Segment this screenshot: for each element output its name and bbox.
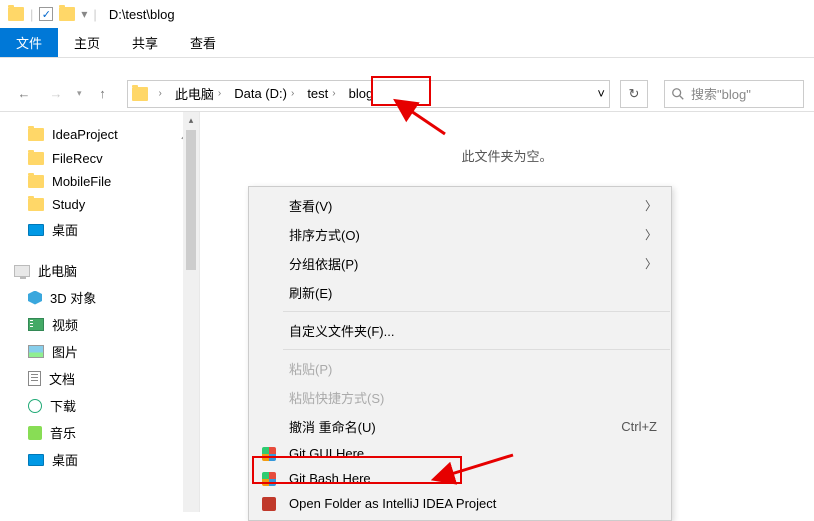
folder-icon xyxy=(28,175,44,188)
sidebar-this-pc[interactable]: 此电脑 xyxy=(0,257,199,284)
sidebar-item-ideaproject[interactable]: IdeaProject⚲ xyxy=(0,122,199,147)
addr-dropdown[interactable]: ˅ xyxy=(597,86,605,101)
folder-icon xyxy=(28,152,44,165)
desktop-icon xyxy=(28,454,44,466)
sidebar-item-video[interactable]: 视频 xyxy=(0,311,199,338)
3d-icon xyxy=(28,291,42,305)
sidebar: IdeaProject⚲ FileRecv MobileFile Study 桌… xyxy=(0,112,200,512)
ctx-view[interactable]: 查看(V)〉 xyxy=(249,191,671,220)
tab-view[interactable]: 查看 xyxy=(174,28,232,57)
navbar: ← → ▾ ↑ › 此电脑› Data (D:)› test› blog ˅ ↻… xyxy=(0,76,814,112)
ctx-refresh[interactable]: 刷新(E) xyxy=(249,278,671,307)
addr-folder-icon xyxy=(132,87,148,101)
ctx-paste: 粘贴(P) xyxy=(249,354,671,383)
ctx-separator xyxy=(283,311,670,312)
qat-overflow[interactable]: ▾ xyxy=(81,7,87,21)
titlebar: | ▾ | D:\test\blog xyxy=(0,0,814,28)
ctx-separator xyxy=(283,349,670,350)
ctx-git-bash[interactable]: Git Bash Here xyxy=(249,466,671,491)
tab-share[interactable]: 共享 xyxy=(116,28,174,57)
address-bar[interactable]: › 此电脑› Data (D:)› test› blog ˅ xyxy=(127,80,610,108)
folder-icon xyxy=(8,7,24,21)
picture-icon xyxy=(28,345,44,358)
ctx-intellij[interactable]: Open Folder as IntelliJ IDEA Project xyxy=(249,491,671,516)
ctx-git-gui[interactable]: Git GUI Here xyxy=(249,441,671,466)
pc-icon xyxy=(14,265,30,277)
crumb-test[interactable]: test› xyxy=(301,84,341,103)
chevron-right-icon: 〉 xyxy=(645,255,657,272)
qat-checkbox[interactable] xyxy=(39,7,53,21)
search-box[interactable]: 搜索"blog" xyxy=(664,80,804,108)
sidebar-item-mobilefile[interactable]: MobileFile xyxy=(0,170,199,193)
chevron-right-icon: 〉 xyxy=(645,226,657,243)
context-menu: 查看(V)〉 排序方式(O)〉 分组依据(P)〉 刷新(E) 自定义文件夹(F)… xyxy=(248,186,672,521)
video-icon xyxy=(28,318,44,331)
empty-folder-message: 此文件夹为空。 xyxy=(200,112,814,165)
intellij-icon xyxy=(261,496,277,512)
sidebar-scrollbar[interactable]: ▴ xyxy=(183,112,199,512)
desktop-icon xyxy=(28,224,44,236)
search-placeholder: 搜索"blog" xyxy=(691,84,751,103)
download-icon xyxy=(28,399,42,413)
ctx-undo[interactable]: 撤消 重命名(U)Ctrl+Z xyxy=(249,412,671,441)
forward-button[interactable]: → xyxy=(42,80,70,108)
search-icon xyxy=(671,87,685,101)
back-button[interactable]: ← xyxy=(10,80,38,108)
window-title: D:\test\blog xyxy=(109,7,175,22)
sidebar-item-desktop2[interactable]: 桌面 xyxy=(0,446,199,473)
ribbon-tabs: 文件 主页 共享 查看 xyxy=(0,28,814,58)
sidebar-item-filerecv[interactable]: FileRecv xyxy=(0,147,199,170)
ctx-group[interactable]: 分组依据(P)〉 xyxy=(249,249,671,278)
crumb-d[interactable]: Data (D:)› xyxy=(228,84,300,103)
history-dropdown[interactable]: ▾ xyxy=(74,88,85,99)
crumb-sep-0[interactable]: › xyxy=(149,86,168,101)
up-button[interactable]: ↑ xyxy=(89,80,117,108)
scroll-up[interactable]: ▴ xyxy=(183,112,199,128)
folder-icon xyxy=(28,128,44,141)
sidebar-item-pictures[interactable]: 图片 xyxy=(0,338,199,365)
tab-file[interactable]: 文件 xyxy=(0,28,58,57)
sidebar-item-downloads[interactable]: 下载 xyxy=(0,392,199,419)
sidebar-item-docs[interactable]: 文档 xyxy=(0,365,199,392)
chevron-right-icon: 〉 xyxy=(645,197,657,214)
qat-separator-2: | xyxy=(93,7,96,22)
ctx-customize[interactable]: 自定义文件夹(F)... xyxy=(249,316,671,345)
music-icon xyxy=(28,426,42,440)
folder-icon xyxy=(28,198,44,211)
tab-home[interactable]: 主页 xyxy=(58,28,116,57)
sidebar-item-3d[interactable]: 3D 对象 xyxy=(0,284,199,311)
scroll-thumb[interactable] xyxy=(186,130,196,270)
refresh-button[interactable]: ↻ xyxy=(620,80,648,108)
crumb-blog[interactable]: blog xyxy=(343,84,380,103)
ctx-paste-shortcut: 粘贴快捷方式(S) xyxy=(249,383,671,412)
sidebar-item-music[interactable]: 音乐 xyxy=(0,419,199,446)
git-icon xyxy=(261,471,277,487)
qat-separator: | xyxy=(30,7,33,22)
sidebar-item-study[interactable]: Study xyxy=(0,193,199,216)
ctx-sort[interactable]: 排序方式(O)〉 xyxy=(249,220,671,249)
qat-folder-icon xyxy=(59,7,75,21)
crumb-pc[interactable]: 此电脑› xyxy=(169,82,227,105)
doc-icon xyxy=(28,371,41,386)
sidebar-item-desktop[interactable]: 桌面 xyxy=(0,216,199,243)
git-icon xyxy=(261,446,277,462)
